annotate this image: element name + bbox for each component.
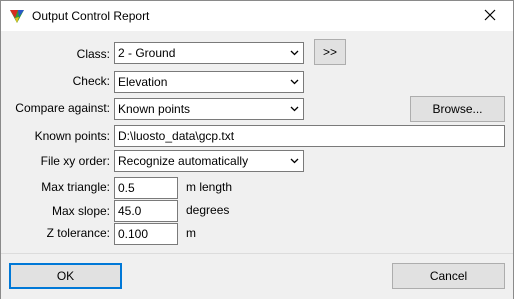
close-button[interactable] [467,1,513,31]
class-select[interactable]: 2 - Ground [114,42,304,64]
dialog-window: Output Control Report Class: 2 - Ground … [0,0,514,299]
known-points-label: Known points: [34,129,110,143]
file-xy-order-label: File xy order: [40,154,110,168]
check-label: Check: [72,74,110,88]
chevron-down-icon [286,72,303,92]
dialog-body: Class: 2 - Ground >> Check: Elevation Co… [1,31,513,253]
check-select[interactable]: Elevation [114,71,304,93]
chevron-down-icon [286,151,303,171]
ok-button[interactable]: OK [9,263,122,289]
close-icon [484,9,496,24]
check-select-value: Elevation [118,75,168,89]
z-tolerance-label: Z tolerance: [46,226,110,240]
max-triangle-input[interactable]: 0.5 [114,177,178,199]
dialog-footer: OK Cancel [1,253,513,299]
class-more-button[interactable]: >> [314,39,346,65]
max-triangle-label: Max triangle: [41,180,110,194]
max-triangle-unit: m length [186,180,233,194]
compare-against-select[interactable]: Known points [114,98,304,120]
max-slope-unit: degrees [186,203,230,217]
app-triangle-icon [9,8,25,24]
compare-against-label: Compare against: [15,101,110,115]
class-label: Class: [76,47,110,61]
max-slope-input[interactable]: 45.0 [114,200,178,222]
max-slope-label: Max slope: [51,204,110,218]
file-xy-order-value: Recognize automatically [118,154,249,168]
z-tolerance-input[interactable]: 0.100 [114,223,178,245]
chevron-down-icon [286,43,303,63]
window-title: Output Control Report [32,9,150,23]
z-tolerance-unit: m [186,226,196,240]
class-select-value: 2 - Ground [118,46,176,60]
file-xy-order-select[interactable]: Recognize automatically [114,150,304,172]
cancel-button[interactable]: Cancel [392,263,505,289]
chevron-down-icon [286,99,303,119]
known-points-field[interactable]: D:\luosto_data\gcp.txt [114,125,505,147]
compare-against-value: Known points [118,102,191,116]
title-bar: Output Control Report [1,1,513,31]
browse-button[interactable]: Browse... [410,96,505,122]
